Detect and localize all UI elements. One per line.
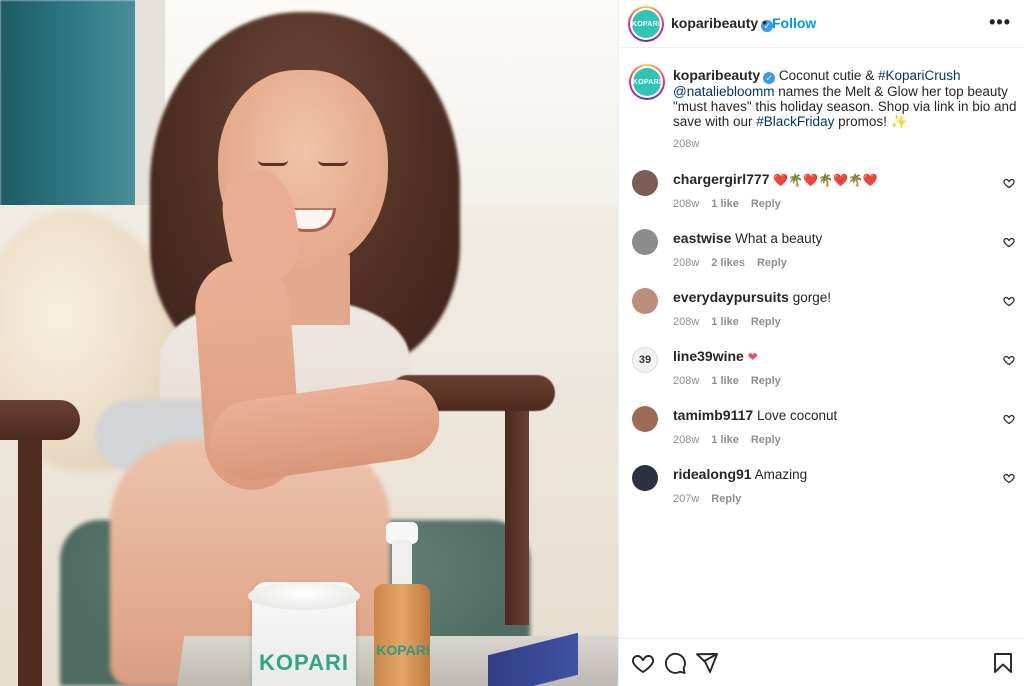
caption-timestamp[interactable]: 208w (673, 138, 699, 150)
comment-body: ridealong91 Amazing (673, 466, 983, 483)
comment-like-heart-icon[interactable] (1003, 413, 1015, 425)
share-icon[interactable] (695, 651, 719, 675)
comment-text: gorge! (792, 290, 831, 305)
comment-username[interactable]: ridealong91 (673, 466, 752, 482)
comment-reply-button[interactable]: Reply (751, 198, 781, 210)
comment-body: chargergirl777 ❤️🌴❤️🌴❤️🌴❤️ (673, 171, 983, 188)
comment-likes[interactable]: 1 like (711, 198, 739, 210)
comment-body: line39wine ❤ (673, 348, 983, 365)
comment-text: Amazing (754, 467, 808, 482)
kopari-logo: KOPARI (633, 68, 661, 96)
comment-meta: 208w 1 like Reply (673, 375, 793, 387)
caption-text: koparibeauty ✓ Coconut cutie & #KopariCru… (673, 67, 1023, 130)
comment-avatar[interactable] (632, 170, 658, 196)
sparkle-emoji: ✨ (890, 114, 908, 129)
comment-meta: 208w 1 like Reply (673, 316, 793, 328)
photo-eye-left (258, 160, 288, 166)
comment-username[interactable]: chargergirl777 (673, 171, 770, 187)
comment-like-heart-icon[interactable] (1003, 472, 1015, 484)
comment-avatar[interactable] (632, 406, 658, 432)
photo-jar-lid (248, 582, 360, 610)
photo-chair-arm-left (0, 400, 80, 440)
caption-text-prefix: Coconut cutie & (775, 68, 878, 83)
comment-reply-button[interactable]: Reply (751, 316, 781, 328)
comment-like-heart-icon[interactable] (1003, 236, 1015, 248)
comment-likes[interactable]: 1 like (711, 434, 739, 446)
comment-timestamp[interactable]: 208w (673, 316, 699, 328)
header-username-row: koparibeauty ✓ (671, 15, 774, 32)
hashtag-kopari-crush[interactable]: #KopariCrush (878, 68, 961, 83)
comment-reply-button[interactable]: Reply (711, 493, 741, 505)
comment-timestamp[interactable]: 208w (673, 198, 699, 210)
comment-timestamp[interactable]: 208w (673, 257, 699, 269)
comment-meta: 208w 2 likes Reply (673, 257, 799, 269)
comment-body: tamimb9117 Love coconut (673, 407, 983, 424)
comment-username[interactable]: everydaypursuits (673, 289, 789, 305)
comment-row: 39 line39wine ❤ 208w 1 like Reply (619, 341, 1024, 400)
comment-row: ridealong91 Amazing 207w Reply (619, 459, 1024, 518)
comment-list: chargergirl777 ❤️🌴❤️🌴❤️🌴❤️ 208w 1 like Repl… (619, 164, 1024, 518)
comment-username[interactable]: tamimb9117 (673, 407, 753, 423)
kopari-logo: KOPARI (632, 10, 660, 38)
comment-timestamp[interactable]: 208w (673, 375, 699, 387)
caption-avatar[interactable]: KOPARI (629, 64, 665, 100)
comment-meta: 208w 1 like Reply (673, 434, 793, 446)
comment-row: eastwise What a beauty 208w 2 likes Reply (619, 223, 1024, 282)
header-separator: • (762, 14, 767, 30)
comment-reply-button[interactable]: Reply (751, 434, 781, 446)
comment-like-heart-icon[interactable] (1003, 177, 1015, 189)
heart-icon[interactable] (631, 651, 655, 675)
comment-row: chargergirl777 ❤️🌴❤️🌴❤️🌴❤️ 208w 1 like Repl… (619, 164, 1024, 223)
comment-text: What a beauty (735, 231, 823, 246)
photo-bottle-neck (392, 540, 412, 588)
comment-row: everydaypursuits gorge! 208w 1 like Reply (619, 282, 1024, 341)
post-header: KOPARI koparibeauty ✓ • Follow ••• (619, 0, 1024, 48)
photo-chair-leg-left (18, 420, 42, 686)
comment-icon[interactable] (663, 651, 687, 675)
comment-row: tamimb9117 Love coconut 208w 1 like Reply (619, 400, 1024, 459)
comment-text: Love coconut (756, 408, 838, 423)
comment-timestamp[interactable]: 207w (673, 493, 699, 505)
comment-timestamp[interactable]: 208w (673, 434, 699, 446)
comment-reply-button[interactable]: Reply (757, 257, 787, 269)
hashtag-black-friday[interactable]: #BlackFriday (756, 114, 834, 129)
comment-username[interactable]: line39wine (673, 348, 744, 364)
comment-body: eastwise What a beauty (673, 230, 983, 247)
header-username[interactable]: koparibeauty (671, 15, 758, 31)
comment-emoji: ❤️🌴❤️🌴❤️🌴❤️ (773, 173, 878, 187)
comment-likes[interactable]: 2 likes (711, 257, 745, 269)
mention-nataliebloomm[interactable]: @nataliebloomm (673, 84, 775, 99)
comment-meta: 208w 1 like Reply (673, 198, 793, 210)
post-actions-bar (619, 638, 1024, 686)
photo-bottle (374, 584, 430, 686)
caption-username[interactable]: koparibeauty (673, 67, 760, 83)
photo-jar-label: KOPARI (259, 650, 349, 675)
comment-reply-button[interactable]: Reply (751, 375, 781, 387)
comment-likes[interactable]: 1 like (711, 316, 739, 328)
comment-meta: 207w Reply (673, 493, 753, 505)
post-side-panel: KOPARI koparibeauty ✓ • Follow ••• KOPARI… (618, 0, 1024, 686)
verified-badge-icon: ✓ (763, 72, 776, 84)
comment-emoji: ❤ (747, 350, 758, 364)
more-options-icon[interactable]: ••• (989, 12, 1011, 33)
photo-chair-leg-right (505, 395, 529, 625)
follow-button[interactable]: Follow (772, 15, 816, 31)
comment-like-heart-icon[interactable] (1003, 295, 1015, 307)
photo-curtain (0, 0, 140, 215)
comment-body: everydaypursuits gorge! (673, 289, 983, 306)
comment-like-heart-icon[interactable] (1003, 354, 1015, 366)
photo-bottle-label: KOPARI (376, 642, 430, 658)
bookmark-icon[interactable] (991, 651, 1015, 675)
post-photo[interactable]: KOPARI KOPARI (0, 0, 618, 686)
comment-avatar[interactable] (632, 465, 658, 491)
comment-avatar[interactable] (632, 288, 658, 314)
comment-username[interactable]: eastwise (673, 230, 731, 246)
comment-avatar[interactable]: 39 (632, 347, 658, 373)
caption-text-suffix: promos! (834, 114, 891, 129)
comment-avatar[interactable] (632, 229, 658, 255)
header-avatar[interactable]: KOPARI (628, 6, 664, 42)
comment-likes[interactable]: 1 like (711, 375, 739, 387)
photo-eye-right (318, 160, 348, 166)
